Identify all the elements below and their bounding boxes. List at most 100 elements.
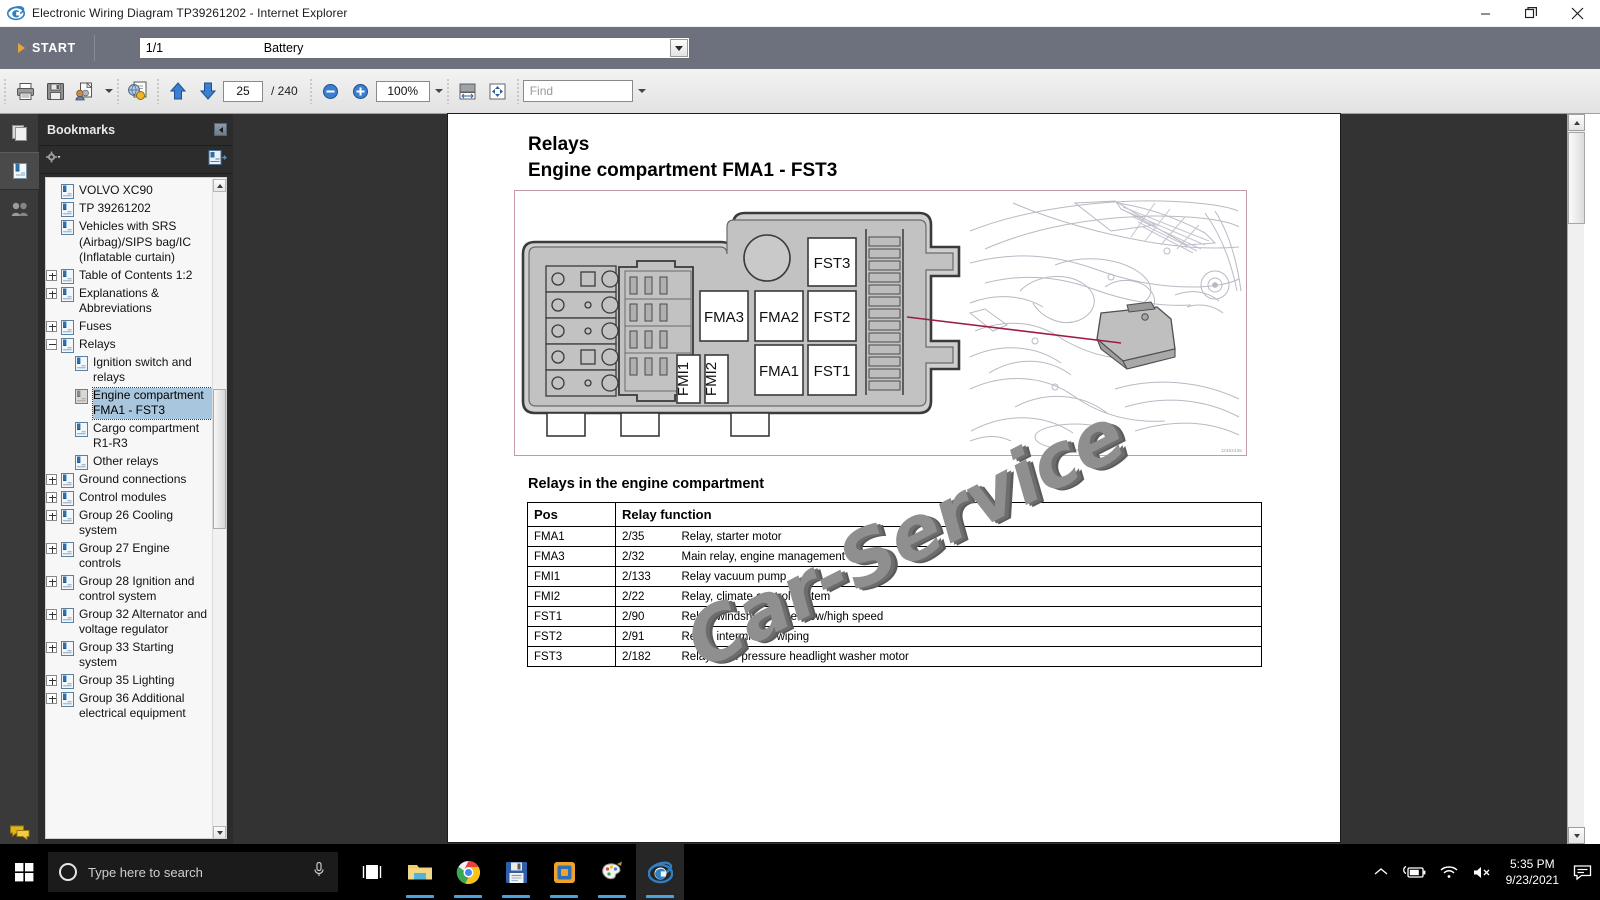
expand-plus-icon[interactable] [46,641,57,653]
bookmark-item[interactable]: Fuses [46,318,212,336]
bookmark-item[interactable]: Group 26 Cooling system [46,507,212,540]
windows-start-icon[interactable] [0,844,48,900]
clock[interactable]: 5:35 PM 9/23/2021 [1506,856,1559,888]
bookmark-item[interactable]: Ground connections [46,471,212,489]
task-view-icon[interactable] [348,844,396,900]
scrollbar-thumb[interactable] [213,389,226,529]
total-pages-label: / 240 [271,84,298,98]
expand-plus-icon[interactable] [46,473,57,485]
bookmark-item[interactable]: Other relays [46,453,212,471]
scroll-up-button[interactable] [1568,114,1585,131]
google-chrome-icon[interactable] [444,844,492,900]
collapse-panel-icon[interactable] [214,123,227,136]
next-page-button[interactable] [193,72,223,110]
bookmarks-icon[interactable] [0,152,39,190]
scroll-down-button[interactable] [213,826,226,838]
print-button[interactable] [10,72,40,110]
bookmark-label: VOLVO XC90 [79,183,153,197]
search-input[interactable]: Type here to search [48,852,338,892]
toolbar-grip[interactable] [308,78,313,104]
signatures-icon[interactable] [0,190,39,228]
expand-plus-icon[interactable] [46,491,57,503]
bookmarks-scrollbar[interactable] [212,179,226,838]
zoom-out-button[interactable] [316,72,346,110]
bookmark-item[interactable]: Vehicles with SRS (Airbag)/SIPS bag/IC (… [46,218,212,267]
expand-plus-icon[interactable] [46,269,57,281]
table-row: FST3 2/182 Relay, high pressure headlight … [527,646,1262,667]
internet-explorer-icon [7,4,25,22]
bookmark-item[interactable]: Relays [46,336,212,354]
save-button[interactable] [40,72,70,110]
start-button[interactable]: START [18,41,76,55]
bookmark-item[interactable]: VOLVO XC90 [46,182,212,200]
bookmark-item[interactable]: Table of Contents 1:2 [46,267,212,285]
expand-plus-icon[interactable] [46,287,57,299]
toolbar-grip[interactable] [445,78,450,104]
zoom-dropdown-arrow[interactable] [430,72,443,110]
collapse-minus-icon[interactable] [46,338,57,350]
bookmark-item[interactable]: Control modules [46,489,212,507]
paint-icon[interactable] [588,844,636,900]
current-page-input[interactable]: 25 [223,80,263,102]
wifi-icon[interactable] [1440,865,1458,879]
search-document-icon[interactable] [123,72,153,110]
bookmark-item[interactable]: Group 27 Engine controls [46,540,212,573]
chevron-up-icon[interactable] [1374,867,1388,877]
scroll-up-button[interactable] [213,179,226,192]
fuse-label-FST2: FST2 [814,309,851,326]
find-dropdown-arrow[interactable] [633,72,646,110]
fit-page-button[interactable] [483,72,513,110]
expand-plus-icon[interactable] [46,674,57,686]
bookmark-tree[interactable]: VOLVO XC90 TP 39261202 Vehicles with SRS… [45,177,227,839]
bookmark-item[interactable]: Group 33 Starting system [46,639,212,672]
expand-plus-icon[interactable] [46,542,57,554]
zoom-in-button[interactable] [346,72,376,110]
minimize-button[interactable] [1462,0,1508,27]
zoom-level-input[interactable]: 100% [375,80,430,102]
expand-plus-icon[interactable] [46,320,57,332]
bookmark-item[interactable]: TP 39261202 [46,200,212,218]
scroll-down-button[interactable] [1568,827,1585,844]
toolbar-grip[interactable] [156,78,160,104]
expand-bookmark-icon[interactable] [207,149,227,171]
chevron-down-icon[interactable] [669,39,688,57]
toolbar-grip[interactable] [116,78,120,104]
bookmark-item[interactable]: Group 35 Lighting [46,672,212,690]
bookmark-item[interactable]: Group 28 Ignition and control system [46,573,212,606]
expand-plus-icon[interactable] [46,692,57,704]
scrollbar-thumb[interactable] [1568,132,1585,224]
notifications-icon[interactable] [1573,864,1592,881]
volume-muted-icon[interactable] [1472,865,1492,880]
toolbar-grip[interactable] [515,78,520,104]
bookmark-item[interactable]: Cargo compartment R1-R3 [46,420,212,453]
page-title-line2: Engine compartment FMA1 - FST3 [528,160,838,181]
close-button[interactable] [1554,0,1600,27]
fit-width-button[interactable] [453,72,483,110]
bookmark-item[interactable]: Group 32 Alternator and voltage regulato… [46,606,212,639]
expand-plus-icon[interactable] [46,509,57,521]
page-select-dropdown[interactable]: 1/1 Battery [138,37,690,59]
microphone-icon[interactable] [312,861,326,883]
find-input[interactable]: Find [522,80,633,102]
toolbar-grip[interactable] [3,78,7,104]
bookmark-item[interactable]: Group 36 Additional electrical equipment [46,690,212,723]
previous-page-button[interactable] [163,72,193,110]
fuse-label-FMA2: FMA2 [759,309,799,326]
vmware-icon[interactable] [540,844,588,900]
file-explorer-icon[interactable] [396,844,444,900]
bookmark-item[interactable]: Ignition switch and relays [46,354,212,387]
window-title: Electronic Wiring Diagram TP39261202 - I… [32,6,348,20]
pages-thumbnail-icon[interactable] [0,114,39,152]
gear-dropdown-icon[interactable] [45,149,63,170]
bookmark-item[interactable]: Explanations & Abbreviations [46,285,212,318]
expand-plus-icon[interactable] [46,575,57,587]
email-document-button[interactable] [70,72,100,110]
battery-charging-icon[interactable] [1402,865,1426,879]
internet-explorer-icon[interactable] [636,844,684,900]
maximize-button[interactable] [1508,0,1554,27]
expand-plus-icon[interactable] [46,608,57,620]
email-dropdown-arrow[interactable] [100,72,113,110]
bookmark-item[interactable]: Engine compartment FMA1 - FST3 [46,386,213,420]
save-disk-app-icon[interactable] [492,844,540,900]
document-scrollbar[interactable] [1567,114,1585,844]
